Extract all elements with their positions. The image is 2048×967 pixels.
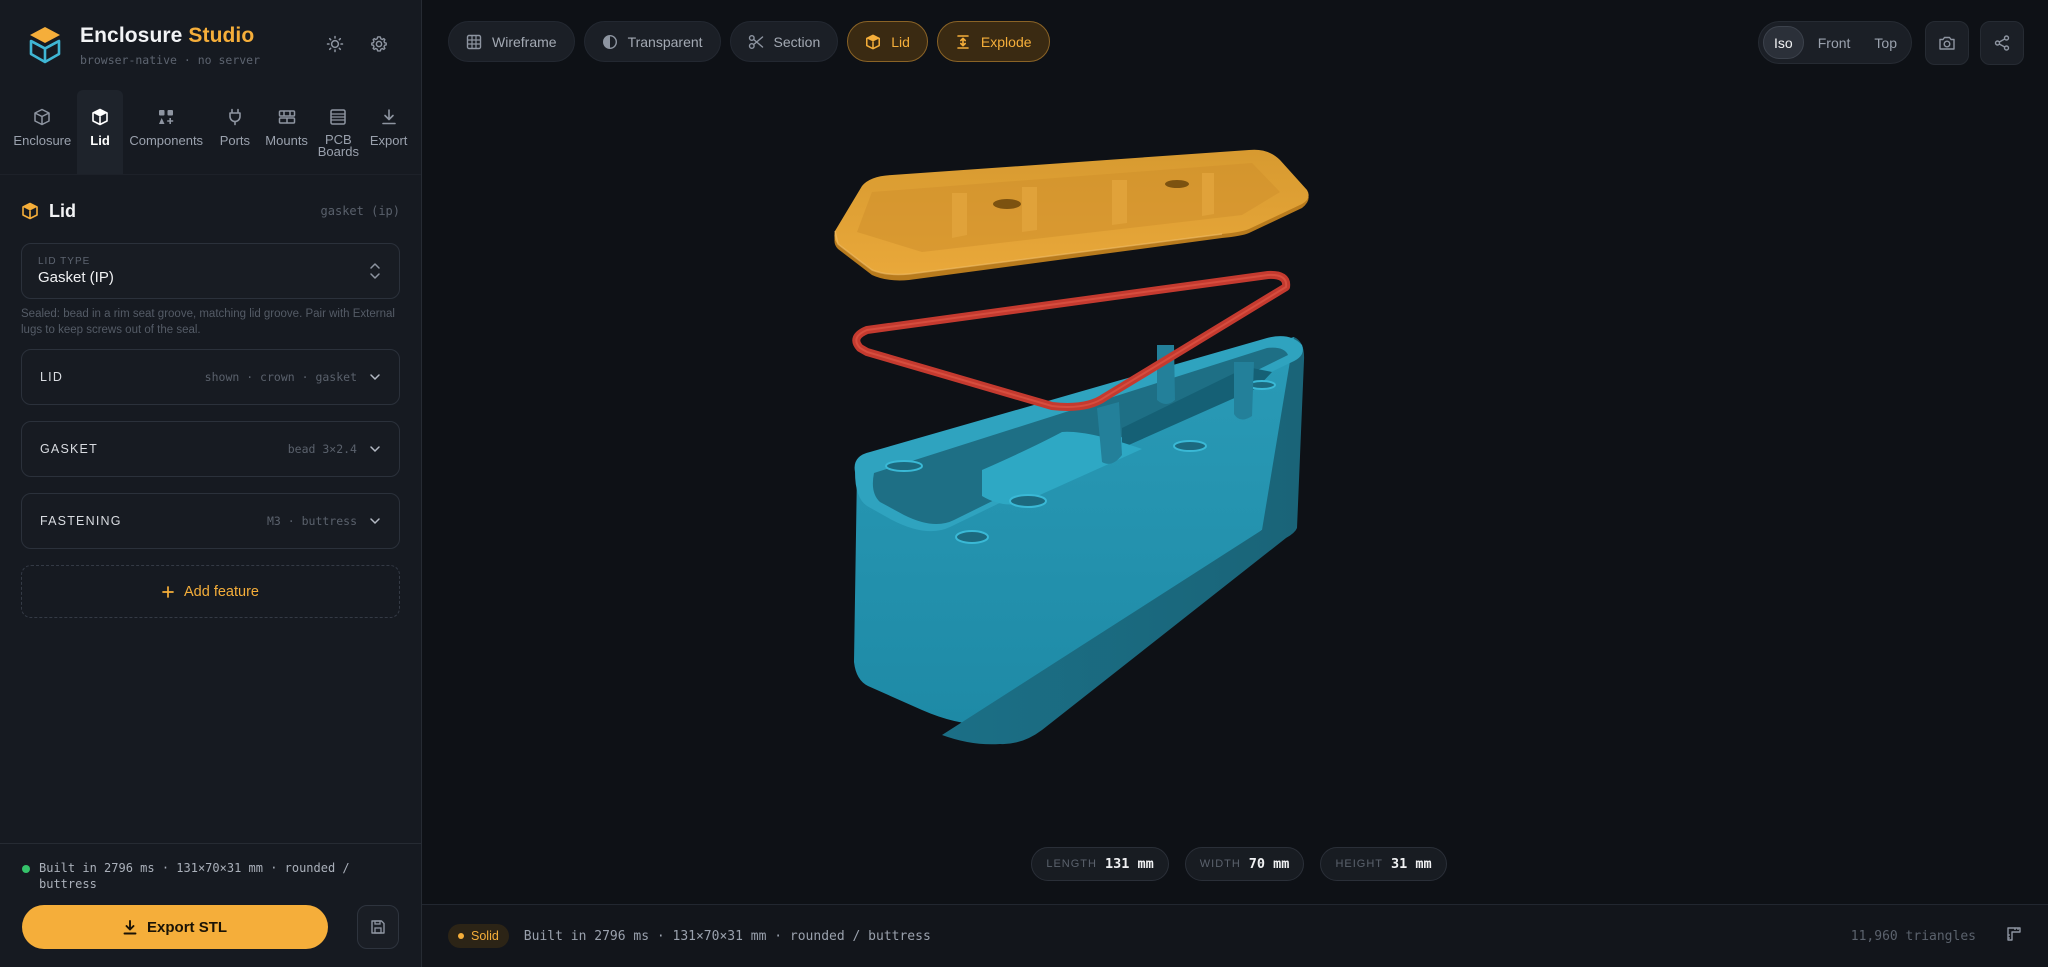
lid-type-value: Gasket (IP): [38, 269, 114, 286]
save-button[interactable]: [357, 905, 399, 949]
components-icon: [159, 110, 174, 124]
chevron-down-icon: [370, 446, 380, 453]
tab-export[interactable]: Export: [364, 90, 413, 174]
dimensions-bar: LENGTH 131 mm WIDTH 70 mm HEIGHT 31 mm: [422, 847, 2048, 881]
settings-button[interactable]: [367, 32, 391, 56]
plus-icon: [162, 585, 174, 598]
gear-icon: [371, 36, 387, 52]
dim-key: LENGTH: [1046, 858, 1097, 870]
mounts-icon: [278, 110, 295, 124]
build-status-text: Built in 2796 ms · 131×70×31 mm · rounde…: [39, 861, 350, 891]
tab-pcb-boards[interactable]: PCB Boards: [313, 90, 365, 174]
dim-key: HEIGHT: [1335, 858, 1383, 870]
build-message: Built in 2796 ms · 131×70×31 mm · rounde…: [523, 928, 931, 944]
standoff: [1234, 362, 1254, 420]
tab-enclosure[interactable]: Enclosure: [8, 90, 77, 174]
theme-toggle-button[interactable]: [323, 32, 347, 56]
panel-tag: gasket (ip): [320, 204, 400, 218]
chevron-down-icon: [370, 518, 380, 525]
section-name: FASTENING: [40, 514, 122, 528]
section-meta: bead 3×2.4: [287, 442, 357, 456]
lid-hole: [1165, 180, 1189, 188]
sun-icon: [326, 35, 344, 53]
download-icon: [123, 919, 137, 934]
tab-label: Mounts: [265, 133, 308, 148]
screw-boss: [1173, 440, 1207, 452]
dim-value: 70 mm: [1248, 856, 1290, 872]
export-stl-label: Export STL: [147, 918, 228, 936]
section-meta: shown · crown · gasket: [204, 370, 357, 384]
status-dot: [22, 865, 30, 873]
add-feature-button[interactable]: Add feature: [21, 565, 400, 618]
download-icon: [381, 109, 396, 125]
width-chip: WIDTH 70 mm: [1184, 847, 1305, 881]
enclosure-model[interactable]: [422, 0, 2047, 904]
add-feature-label: Add feature: [184, 583, 259, 600]
render-mode-badge[interactable]: Solid: [448, 924, 509, 948]
plug-icon: [229, 108, 241, 126]
tab-label: PCB Boards: [317, 132, 359, 159]
dim-key: WIDTH: [1199, 858, 1241, 870]
chevron-up-down-icon: [370, 263, 380, 279]
pcb-icon: [330, 109, 347, 125]
lid-hole: [993, 199, 1021, 209]
tab-label: Lid: [90, 133, 110, 148]
tab-label: Components: [129, 133, 204, 148]
sidebar-footer: Built in 2796 ms · 131×70×31 mm · rounde…: [0, 843, 421, 967]
section-name: GASKET: [40, 442, 98, 456]
tab-ports[interactable]: Ports: [209, 90, 261, 174]
tab-label: Ports: [219, 133, 251, 148]
panel-title: Lid: [49, 200, 76, 221]
ruler-button[interactable]: [2006, 926, 2022, 947]
render-mode-label: Solid: [471, 929, 499, 943]
build-status: Built in 2796 ms · 131×70×31 mm · rounde…: [22, 860, 399, 892]
lid-type-hint: Sealed: bead in a rim seat groove, match…: [21, 308, 395, 336]
lid-panel: Lid gasket (ip) LID TYPE Gasket (IP) Sea…: [0, 179, 421, 618]
export-stl-button[interactable]: Export STL: [22, 905, 329, 949]
brand: Enclosure Studio browser-native · no ser…: [0, 0, 421, 90]
height-chip: HEIGHT 31 mm: [1320, 847, 1447, 881]
section-lid[interactable]: LID shown · crown · gasket: [21, 349, 400, 405]
save-icon: [371, 920, 385, 934]
lid-box-icon: [22, 202, 38, 220]
section-meta: M3 · buttress: [266, 514, 357, 528]
lid-type-caption: LID TYPE: [38, 256, 91, 267]
box-icon: [34, 108, 51, 126]
logo-icon: [29, 27, 61, 64]
triangle-count: 11,960 triangles: [1850, 928, 1976, 944]
screw-boss: [955, 530, 989, 544]
mode-dot: [458, 933, 464, 939]
section-gasket[interactable]: GASKET bead 3×2.4: [21, 421, 400, 477]
section-fastening[interactable]: FASTENING M3 · buttress: [21, 493, 400, 549]
sidebar-tabs: Enclosure Lid Components Ports Mounts PC…: [0, 90, 421, 175]
tab-label: Export: [369, 133, 408, 148]
sidebar: Enclosure Studio browser-native · no ser…: [0, 0, 422, 967]
tab-lid[interactable]: Lid: [76, 90, 124, 174]
dim-value: 131 mm: [1104, 856, 1154, 872]
tab-label: Enclosure: [13, 133, 72, 148]
screw-boss: [885, 460, 923, 472]
lid-type-select[interactable]: LID TYPE Gasket (IP): [21, 243, 400, 299]
app-title: Enclosure Studio: [80, 23, 255, 47]
screw-boss: [1009, 494, 1047, 508]
length-chip: LENGTH 131 mm: [1031, 847, 1169, 881]
chevron-down-icon: [370, 374, 380, 381]
app-subtitle: browser-native · no server: [80, 52, 261, 67]
dim-value: 31 mm: [1391, 856, 1432, 872]
section-name: LID: [40, 370, 64, 384]
3d-viewport[interactable]: Wireframe Transparent Section Lid Explod…: [422, 0, 2048, 967]
ruler-icon: [2007, 926, 2021, 941]
lid-box-icon: [92, 108, 108, 126]
tab-mounts[interactable]: Mounts: [261, 90, 313, 174]
status-bar: Solid Built in 2796 ms · 131×70×31 mm · …: [422, 904, 2048, 967]
tab-components[interactable]: Components: [123, 90, 209, 174]
